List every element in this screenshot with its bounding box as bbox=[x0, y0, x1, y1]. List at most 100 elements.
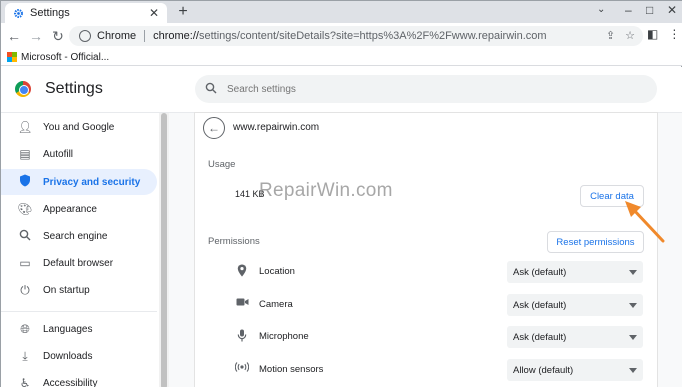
sidebar-item-autofill[interactable]: ▤ Autofill bbox=[1, 141, 157, 167]
site-details-card: ← www.repairwin.com Usage 141 KB RepairW… bbox=[195, 113, 657, 387]
browser-icon: ▭ bbox=[19, 256, 31, 270]
accessibility-icon: ♿︎ bbox=[19, 376, 31, 387]
back-arrow-icon: ← bbox=[208, 121, 220, 135]
usage-heading: Usage bbox=[208, 159, 236, 170]
dropdown-caret-icon bbox=[629, 269, 637, 275]
location-pin-icon bbox=[235, 264, 249, 280]
search-input[interactable] bbox=[227, 83, 627, 95]
url-path: settings/content/siteDetails?site=https%… bbox=[198, 30, 547, 42]
share-icon[interactable]: ⇪ bbox=[606, 29, 615, 42]
toolbar: ← → ↻ Chrome chrome://settings/content/s… bbox=[1, 23, 682, 49]
chrome-site-icon bbox=[79, 30, 91, 42]
person-icon: 👤︎ bbox=[17, 120, 33, 134]
permission-row-location: Location Ask (default) bbox=[235, 261, 645, 283]
reload-icon[interactable]: ↻ bbox=[49, 27, 67, 45]
tab-strip: Settings ✕ + ⌄ – □ ✕ bbox=[1, 1, 682, 23]
download-icon: ⤓ bbox=[22, 348, 28, 363]
page-title: Settings bbox=[45, 80, 103, 97]
permission-value: Ask (default) bbox=[513, 331, 567, 343]
globe-icon: 🌐︎ bbox=[20, 321, 30, 336]
dropdown-caret-icon bbox=[629, 302, 637, 308]
sidebar-item-label: Default browser bbox=[43, 257, 114, 269]
sidebar-item-label: Languages bbox=[43, 323, 93, 335]
address-separator bbox=[144, 30, 146, 42]
bookmark-star-icon[interactable]: ☆ bbox=[625, 29, 635, 42]
shield-icon bbox=[17, 174, 33, 190]
microphone-icon bbox=[235, 329, 249, 345]
gear-icon bbox=[13, 8, 24, 19]
motion-sensors-permission-select[interactable]: Allow (default) bbox=[507, 359, 643, 381]
address-bar[interactable]: Chrome chrome://settings/content/siteDet… bbox=[69, 26, 643, 46]
dropdown-caret-icon bbox=[629, 334, 637, 340]
location-permission-select[interactable]: Ask (default) bbox=[507, 261, 643, 283]
permission-label: Motion sensors bbox=[259, 364, 324, 375]
maximize-button[interactable]: □ bbox=[646, 3, 653, 17]
sidebar-item-label: Downloads bbox=[43, 350, 93, 362]
camera-permission-select[interactable]: Ask (default) bbox=[507, 294, 643, 316]
tab-close-icon[interactable]: ✕ bbox=[147, 6, 161, 20]
microphone-permission-select[interactable]: Ask (default) bbox=[507, 326, 643, 348]
permission-row-microphone: Microphone Ask (default) bbox=[235, 326, 645, 348]
sidebar-item-accessibility[interactable]: ♿︎ Accessibility bbox=[1, 370, 157, 387]
sidebar-divider bbox=[1, 311, 157, 312]
scrollbar-thumb[interactable] bbox=[161, 113, 167, 387]
settings-header: Settings bbox=[1, 67, 682, 113]
chrome-logo-icon bbox=[15, 81, 31, 97]
new-tab-button[interactable]: + bbox=[175, 3, 191, 21]
power-icon: ⏻ bbox=[20, 282, 30, 297]
permission-row-motion-sensors: Motion sensors Allow (default) bbox=[234, 359, 645, 381]
annotation-arrow-icon bbox=[625, 201, 665, 243]
minimize-button[interactable]: – bbox=[625, 3, 632, 17]
url-scheme: chrome:// bbox=[153, 30, 199, 42]
microsoft-logo-icon bbox=[7, 52, 17, 62]
search-settings-box[interactable] bbox=[195, 75, 657, 103]
camera-icon bbox=[235, 297, 249, 310]
sidebar-item-on-startup[interactable]: ⏻ On startup bbox=[1, 277, 157, 303]
site-name: www.repairwin.com bbox=[233, 122, 320, 133]
sidebar-item-appearance[interactable]: 🎨︎ Appearance bbox=[1, 196, 157, 222]
permission-label: Microphone bbox=[259, 331, 309, 342]
permission-value: Ask (default) bbox=[513, 299, 567, 311]
side-panel-icon[interactable]: ◧ bbox=[647, 27, 658, 41]
dropdown-caret-icon bbox=[629, 367, 637, 373]
forward-arrow-icon[interactable]: → bbox=[27, 27, 45, 45]
sidebar-item-label: You and Google bbox=[43, 121, 115, 133]
sidebar-item-downloads[interactable]: ⤓ Downloads bbox=[1, 343, 157, 369]
sidebar-item-label: Privacy and security bbox=[43, 176, 141, 188]
search-icon bbox=[17, 229, 33, 244]
tab-settings[interactable]: Settings ✕ bbox=[5, 3, 167, 23]
permission-value: Ask (default) bbox=[513, 266, 567, 278]
tab-search-chevron-icon[interactable]: ⌄ bbox=[597, 4, 605, 15]
watermark: RepairWin.com bbox=[259, 180, 393, 201]
close-window-button[interactable]: ✕ bbox=[667, 3, 677, 17]
clipboard-icon: ▤ bbox=[19, 147, 31, 161]
bookmark-microsoft[interactable]: Microsoft - Official... bbox=[21, 52, 109, 63]
bookmarks-bar: Microsoft - Official... bbox=[1, 49, 682, 66]
permission-value: Allow (default) bbox=[513, 364, 574, 376]
address-chip: Chrome bbox=[97, 30, 137, 42]
menu-dots-icon[interactable]: ⋮ bbox=[668, 27, 680, 41]
sidebar-item-label: Accessibility bbox=[43, 377, 98, 387]
sidebar-item-default-browser[interactable]: ▭ Default browser bbox=[1, 250, 157, 276]
toolbar-right: ◧ ⋮ bbox=[647, 27, 680, 41]
permissions-heading: Permissions bbox=[208, 236, 260, 247]
sidebar-item-label: Search engine bbox=[43, 230, 108, 242]
sidebar-item-label: On startup bbox=[43, 284, 90, 296]
permission-label: Camera bbox=[259, 299, 293, 310]
permission-row-camera: Camera Ask (default) bbox=[235, 294, 645, 316]
sidebar-item-search-engine[interactable]: Search engine bbox=[1, 223, 157, 249]
permission-label: Location bbox=[259, 266, 295, 277]
address-url: chrome://settings/content/siteDetails?si… bbox=[153, 30, 546, 42]
sidebar-item-you-and-google[interactable]: 👤︎ You and Google bbox=[1, 114, 157, 140]
motion-sensor-icon bbox=[234, 362, 250, 375]
palette-icon: 🎨︎ bbox=[17, 202, 33, 216]
sidebar-item-label: Autofill bbox=[43, 148, 74, 160]
back-button[interactable]: ← bbox=[203, 117, 225, 139]
sidebar: 👤︎ You and Google ▤ Autofill Privacy and… bbox=[1, 113, 159, 387]
sidebar-item-label: Appearance bbox=[43, 203, 97, 215]
back-arrow-icon[interactable]: ← bbox=[5, 27, 23, 45]
sidebar-item-privacy-and-security[interactable]: Privacy and security bbox=[1, 169, 157, 195]
sidebar-scrollbar[interactable] bbox=[159, 113, 169, 387]
sidebar-item-languages[interactable]: 🌐︎ Languages bbox=[1, 316, 157, 342]
search-icon bbox=[205, 82, 217, 97]
